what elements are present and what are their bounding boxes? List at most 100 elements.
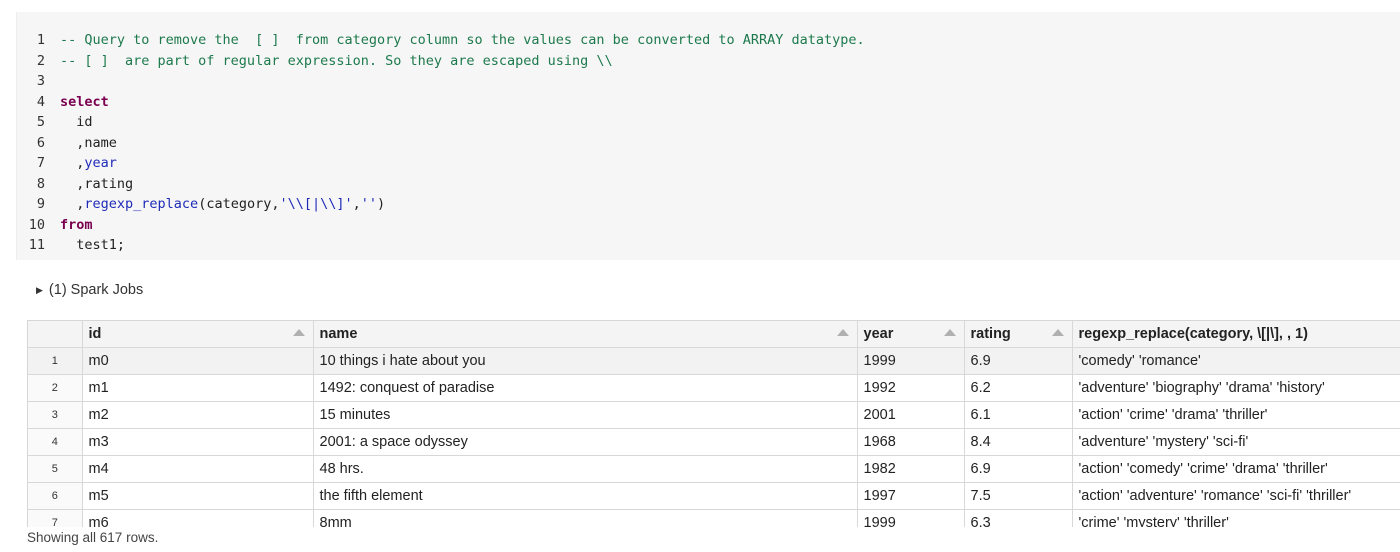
table-row[interactable]: 2 m1 1492: conquest of paradise 1992 6.2'adv…: [28, 374, 1400, 402]
table-cell: 15 minutes: [313, 401, 858, 429]
code-line: 6 ,name: [17, 133, 117, 153]
table-cell: 6.9: [964, 347, 1073, 375]
code-text: id: [60, 112, 92, 132]
code-token: select: [60, 93, 109, 110]
table-cell: 2001: [857, 401, 965, 429]
line-number: 9: [36, 196, 45, 212]
table-cell: 'adventure' 'mystery' 'sci-fi': [1072, 428, 1400, 456]
code-token: ,name: [60, 134, 117, 151]
code-token: ,: [60, 196, 85, 212]
code-line: 1 -- Query to remove the [ ] from categor…: [17, 30, 865, 50]
table-cell: 6.3: [964, 509, 1073, 527]
code-text: -- [ ] are part of regular expression. S…: [60, 51, 613, 71]
table-cell: 'comedy' 'romance': [1072, 347, 1400, 375]
code-token: test1;: [60, 237, 126, 253]
line-number: 10: [28, 216, 45, 233]
code-token: from: [60, 216, 93, 233]
code-token: ,rating: [60, 175, 134, 192]
table-cell: 1992: [857, 374, 965, 402]
table-row[interactable]: 3 m2 15 minutes 2001 6.1'action' 'crime' 'dr…: [28, 401, 1400, 429]
code-text: ,year: [60, 153, 117, 173]
table-cell: 1999: [857, 509, 965, 527]
code-line: 4 select: [17, 92, 109, 112]
table-cell: m6: [82, 509, 314, 527]
line-number: 7: [36, 155, 45, 171]
table-cell: 48 hrs.: [313, 455, 858, 483]
sort-icon[interactable]: [943, 329, 956, 336]
table-row[interactable]: 4 m3 2001: a space odyssey 1968 8.4'adventur…: [28, 428, 1400, 456]
results-table: id name year rating regexp_replace(categ…: [27, 320, 1400, 527]
table-cell: m2: [82, 401, 314, 429]
code-text: select: [60, 92, 109, 112]
code-text: ,regexp_replace(category,'\\[|\\]',''): [60, 194, 385, 214]
column-header-year[interactable]: year: [857, 321, 965, 348]
sort-icon[interactable]: [836, 329, 849, 336]
table-cell: 10 things i hate about you: [313, 347, 858, 375]
code-token: ,: [352, 196, 361, 212]
spark-jobs-toggle[interactable]: ▶ (1) Spark Jobs: [36, 282, 143, 298]
table-cell: 6.9: [964, 455, 1073, 483]
code-token: (category,: [198, 196, 280, 212]
code-text: ,name: [60, 133, 117, 153]
row-number: 6: [28, 482, 83, 510]
line-number: 8: [36, 175, 45, 192]
table-cell: 1968: [857, 428, 965, 456]
row-number: 5: [28, 455, 83, 483]
table-cell: 8mm: [313, 509, 858, 527]
code-token: -- Query to remove the [ ] from category…: [60, 32, 865, 48]
code-line: 10 from: [17, 215, 93, 235]
code-line: 5 id: [17, 112, 93, 132]
table-cell: 1492: conquest of paradise: [313, 374, 858, 402]
column-header-rating[interactable]: rating: [964, 321, 1073, 348]
code-token: '': [360, 196, 378, 212]
table-row[interactable]: 6 m5 the fifth element 1997 7.5'action' 'adv…: [28, 482, 1400, 510]
code-token: year: [84, 155, 117, 171]
table-row[interactable]: 1 m0 10 things i hate about you 1999 6.9'com…: [28, 347, 1400, 375]
line-number: 5: [36, 114, 45, 130]
table-cell: 1982: [857, 455, 965, 483]
row-number-header: [28, 321, 83, 348]
row-number: 2: [28, 374, 83, 402]
table-cell: 'crime' 'mystery' 'thriller': [1072, 509, 1400, 527]
table-cell: 'action' 'comedy' 'crime' 'drama' 'thril…: [1072, 455, 1400, 483]
table-cell: 1999: [857, 347, 965, 375]
table-row[interactable]: 5 m4 48 hrs. 1982 6.9'action' 'comedy' 'crim…: [28, 455, 1400, 483]
table-cell: m5: [82, 482, 314, 510]
column-header-id[interactable]: id: [82, 321, 314, 348]
code-line: 7 ,year: [17, 153, 117, 173]
table-cell: 8.4: [964, 428, 1073, 456]
column-header-name[interactable]: name: [313, 321, 858, 348]
expand-triangle-icon: ▶: [36, 284, 43, 295]
line-number: 3: [36, 73, 45, 89]
code-token: regexp_replace: [84, 196, 199, 212]
code-token: -- [ ] are part of regular expression. S…: [60, 52, 613, 69]
table-cell: 6.1: [964, 401, 1073, 429]
row-number: 4: [28, 428, 83, 456]
table-cell: 7.5: [964, 482, 1073, 510]
column-header-regexp[interactable]: regexp_replace(category, \[|\], , 1): [1072, 321, 1400, 348]
table-cell: m0: [82, 347, 314, 375]
line-number: 2: [36, 52, 45, 69]
table-cell: 2001: a space odyssey: [313, 428, 858, 456]
code-token: '\\[|\\]': [279, 196, 353, 212]
line-number: 4: [36, 93, 45, 110]
code-cell[interactable]: 1 -- Query to remove the [ ] from categor…: [16, 12, 1400, 260]
table-cell: 'adventure' 'biography' 'drama' 'history…: [1072, 374, 1400, 402]
sort-icon[interactable]: [1051, 329, 1064, 336]
spark-jobs-label: (1) Spark Jobs: [48, 282, 144, 298]
table-cell: the fifth element: [313, 482, 858, 510]
table-cell: 1997: [857, 482, 965, 510]
line-number: 11: [28, 237, 45, 253]
code-line: 3: [17, 71, 45, 91]
row-count-status: Showing all 617 rows.: [27, 530, 159, 545]
row-number: 1: [28, 347, 83, 375]
table-cell: 'action' 'adventure' 'romance' 'sci-fi' …: [1072, 482, 1400, 510]
code-line: 9 ,regexp_replace(category,'\\[|\\]',''): [17, 194, 385, 214]
sort-icon[interactable]: [292, 329, 305, 336]
code-line: 8 ,rating: [17, 174, 133, 194]
code-text: test1;: [60, 235, 125, 255]
code-text: -- Query to remove the [ ] from category…: [60, 30, 865, 50]
table-cell: 6.2: [964, 374, 1073, 402]
line-number: 1: [36, 32, 45, 48]
table-row[interactable]: 7 m6 8mm 1999 6.3'crime' 'mystery' 'thriller…: [28, 509, 1400, 527]
